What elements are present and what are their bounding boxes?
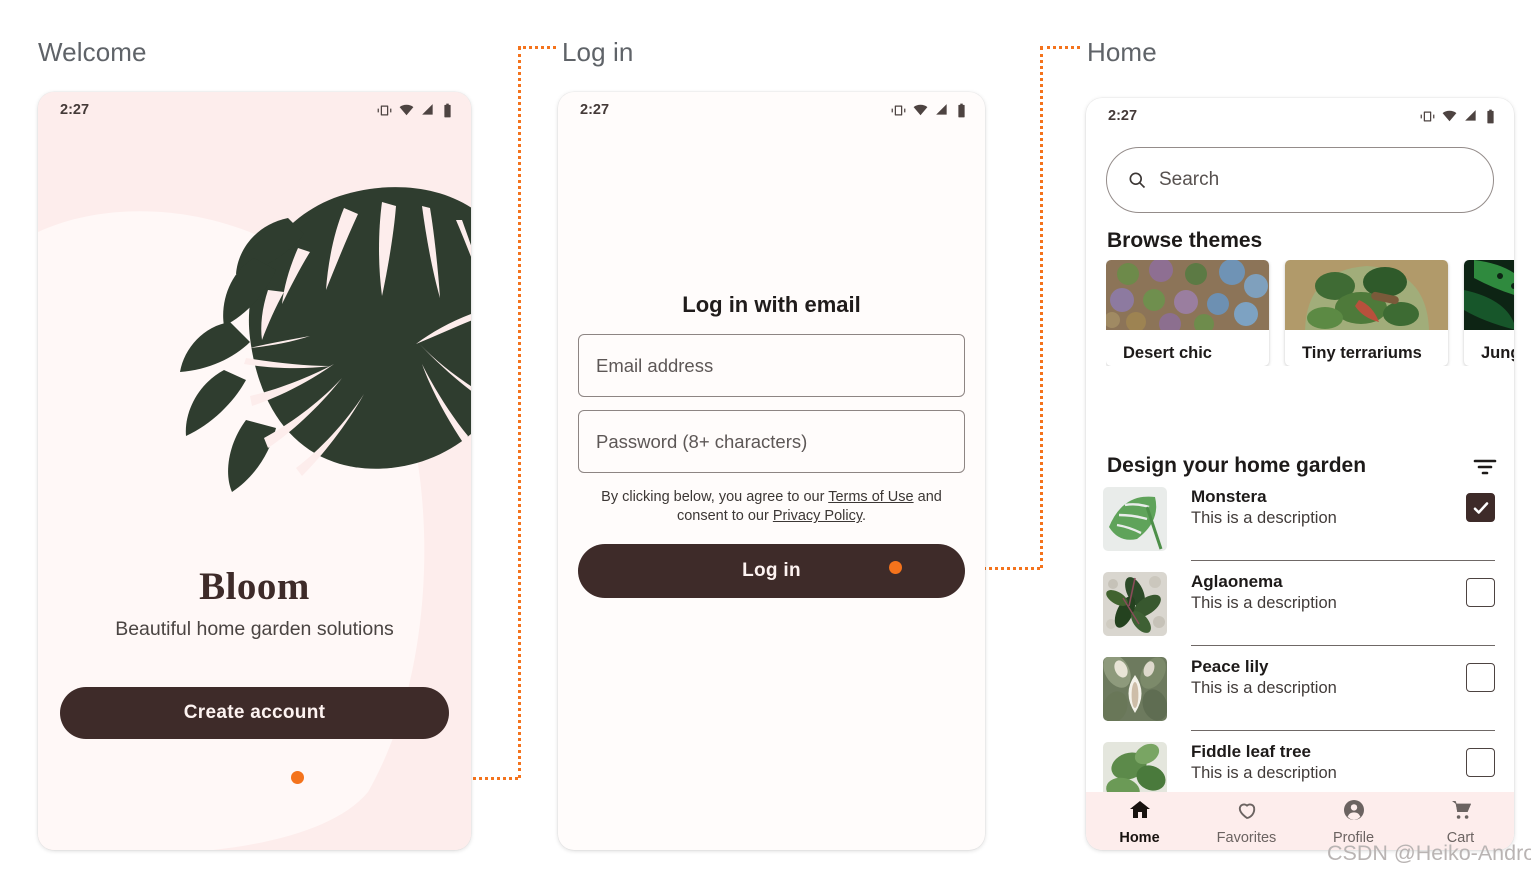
plant-thumbnail [1103,572,1167,636]
list-separator [1191,645,1495,646]
flow-hotspot-login-button [889,561,902,574]
connector-home-vertical [1040,47,1043,568]
signal-icon [935,103,949,117]
wifi-icon [1442,109,1457,124]
jungle-leaves-photo [1464,260,1514,330]
theme-carousel[interactable]: Desert chic Tiny terrariums Jun [1106,260,1514,366]
flow-diagram-canvas: Welcome Log in Home 2:27 Bloom Beautiful… [0,0,1531,871]
theme-card-tiny-terrariums[interactable]: Tiny terrariums [1285,260,1448,366]
home-screen-phone: 2:27 Search Browse themes Desert chic Ti… [1086,98,1514,850]
search-placeholder: Search [1159,169,1220,190]
plant-checkbox[interactable] [1466,748,1495,777]
list-item[interactable]: Monstera This is a description [1103,484,1495,569]
plant-checkbox[interactable] [1466,578,1495,607]
create-account-button[interactable]: Create account [60,687,449,739]
email-input[interactable] [578,334,965,397]
wifi-icon [399,103,414,118]
succulents-photo [1106,260,1269,335]
vibrate-icon [1420,109,1435,124]
plant-checkbox[interactable] [1466,493,1495,522]
monstera-leaf-illustration [138,162,471,492]
monstera-photo [1103,487,1167,551]
list-item[interactable]: Aglaonema This is a description [1103,569,1495,654]
list-separator [1191,560,1495,561]
theme-card-jungle-vibes[interactable]: Jungle vibes [1464,260,1514,366]
nav-item-favorites[interactable]: Favorites [1193,798,1300,846]
heart-icon [1235,798,1259,827]
login-heading: Log in with email [682,292,861,317]
consent-text: By clicking below, you agree to our Term… [578,488,965,527]
shopping-cart-icon [1449,798,1473,827]
plant-description: This is a description [1191,764,1337,782]
account-circle-icon [1342,798,1366,827]
watermark: CSDN @Heiko-Android [1327,841,1531,865]
consent-prefix: By clicking below, you agree to our [601,489,829,505]
theme-card-desert-chic[interactable]: Desert chic [1106,260,1269,366]
consent-suffix: . [862,508,867,525]
nav-item-home[interactable]: Home [1086,798,1193,846]
privacy-policy-link[interactable]: Privacy Policy [773,508,862,524]
flow-label-login: Log in [562,37,634,67]
status-bar: 2:27 [1086,98,1514,134]
design-garden-title: Design your home garden [1107,454,1367,477]
welcome-screen-phone: 2:27 Bloom Beautiful home garden solutio… [38,92,471,850]
flow-hotspot-login-link [291,771,304,784]
status-time: 2:27 [580,102,610,118]
theme-card-label: Jungle vibes [1481,343,1514,362]
battery-icon [442,103,453,118]
plant-description: This is a description [1191,509,1337,527]
login-submit-button[interactable]: Log in [578,544,965,598]
connector-home-label-stub [1040,46,1080,49]
terrarium-photo [1285,260,1448,330]
nav-label: Home [1119,830,1160,846]
plant-list: Monstera This is a description Aglaonema… [1103,484,1495,824]
home-icon [1128,798,1152,827]
plant-name: Peace lily [1191,657,1269,676]
nav-label: Favorites [1216,830,1277,846]
status-bar: 2:27 [558,92,985,128]
flow-label-welcome: Welcome [38,37,147,67]
connector-login-vertical [518,47,521,778]
signal-icon [421,103,435,117]
connector-login-label-stub [518,46,556,49]
battery-icon [956,103,967,118]
plant-thumbnail [1103,487,1167,551]
login-screen-phone: 2:27 Log in with email Email address Pas… [558,92,985,850]
status-time: 2:27 [60,102,90,118]
wifi-icon [913,103,928,118]
list-item[interactable]: Peace lily This is a description [1103,654,1495,739]
nav-item-profile[interactable]: Profile [1300,798,1407,846]
brand-subtitle: Beautiful home garden solutions [115,618,394,640]
battery-icon [1485,109,1496,124]
signal-icon [1464,109,1478,123]
brand-title: Bloom [199,565,310,608]
search-icon [1127,170,1147,190]
aglaonema-photo [1103,572,1167,636]
flow-label-home: Home [1087,37,1157,67]
nav-item-cart[interactable]: Cart [1407,798,1514,846]
theme-card-label: Desert chic [1123,343,1212,362]
search-bar[interactable]: Search [1106,147,1494,213]
brand-block: Bloom Beautiful home garden solutions [38,564,471,641]
peace-lily-photo [1103,657,1167,721]
plant-name: Monstera [1191,487,1267,506]
plant-description: This is a description [1191,594,1337,612]
vibrate-icon [891,103,906,118]
password-input[interactable] [578,410,965,473]
plant-checkbox[interactable] [1466,663,1495,692]
plant-name: Aglaonema [1191,572,1283,591]
theme-card-label: Tiny terrariums [1302,343,1422,362]
filter-list-icon[interactable] [1472,456,1498,478]
browse-themes-title: Browse themes [1107,229,1263,252]
plant-description: This is a description [1191,679,1337,697]
status-time: 2:27 [1108,108,1138,124]
terms-of-use-link[interactable]: Terms of Use [828,489,913,505]
plant-name: Fiddle leaf tree [1191,742,1311,761]
vibrate-icon [377,103,392,118]
list-separator [1191,730,1495,731]
status-bar: 2:27 [38,92,471,128]
plant-thumbnail [1103,657,1167,721]
